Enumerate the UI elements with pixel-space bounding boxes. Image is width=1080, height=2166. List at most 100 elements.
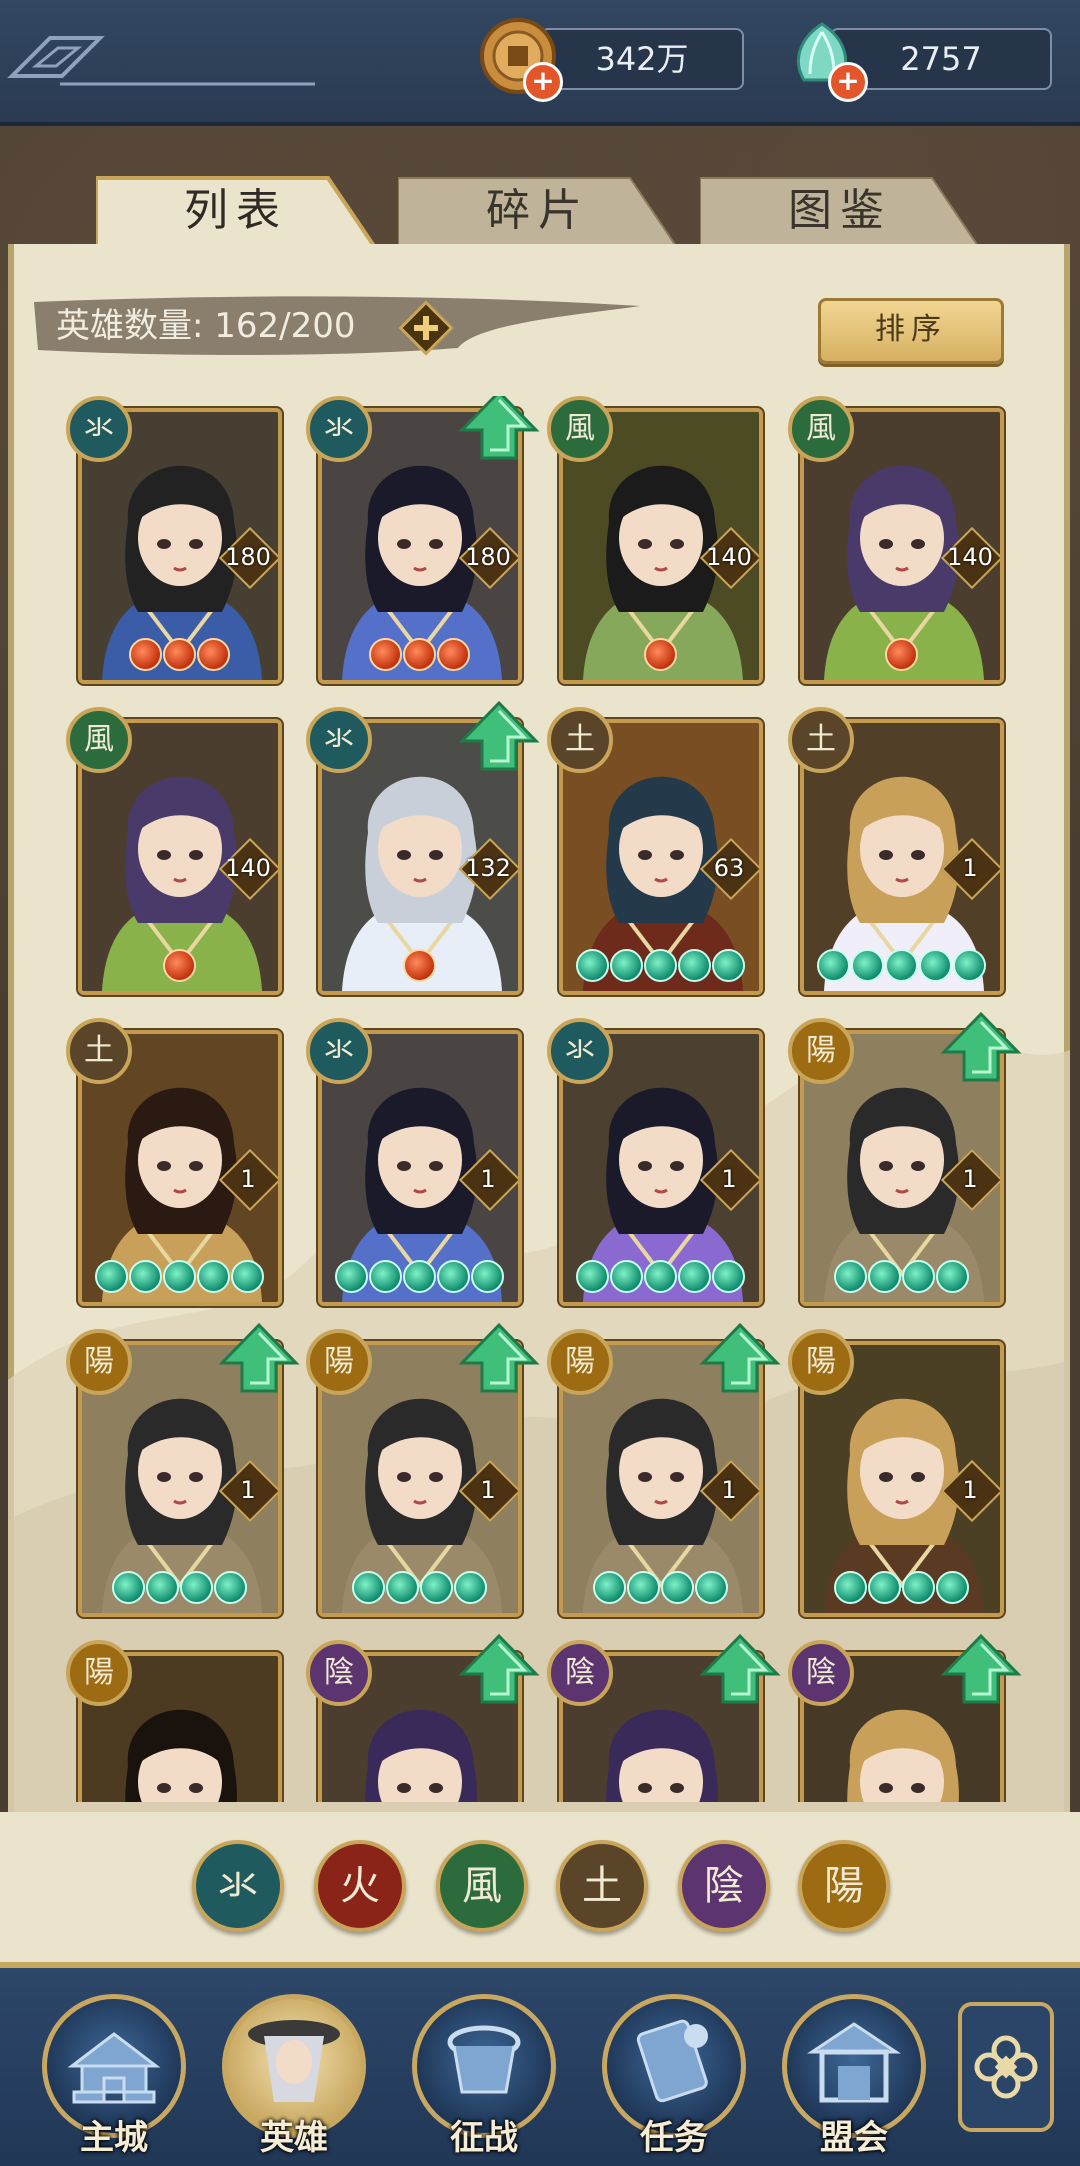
star-orb-icon — [129, 1260, 162, 1293]
star-orb-icon — [129, 638, 162, 671]
star-orb-icon — [817, 949, 850, 982]
element-water-badge: 氺 — [66, 396, 132, 462]
filter-earth-button[interactable]: 土 — [556, 1840, 648, 1932]
star-orb-icon — [695, 1571, 728, 1604]
star-orb-icon — [403, 949, 436, 982]
element-yang-badge: 陽 — [306, 1329, 372, 1395]
expand-slots-button[interactable] — [398, 300, 454, 356]
star-orb-icon — [163, 949, 196, 982]
palace-icon — [67, 2032, 161, 2104]
hero-level: 180 — [465, 543, 511, 571]
element-wind-badge: 風 — [788, 396, 854, 462]
star-orb-icon — [146, 1571, 179, 1604]
star-orb-icon — [678, 949, 711, 982]
add-coins-button[interactable]: + — [523, 62, 563, 102]
hero-stars — [576, 949, 745, 982]
element-earth-badge: 土 — [66, 1018, 132, 1084]
hero-stars — [163, 949, 196, 982]
element-yang-badge: 陽 — [788, 1329, 854, 1395]
nav-hero-portrait-button[interactable]: 英雄 — [222, 1994, 366, 2158]
menu-glyph-icon[interactable] — [0, 26, 320, 86]
sort-button[interactable]: 排序 — [818, 298, 1004, 364]
element-yang-badge: 陽 — [547, 1329, 613, 1395]
upgrade-arrow-icon — [699, 1633, 781, 1704]
add-gems-button[interactable]: + — [828, 62, 868, 102]
tab-fragments-label: 碎片 — [486, 185, 590, 236]
filter-yang-button[interactable]: 陽 — [798, 1840, 890, 1932]
hero-level: 180 — [225, 543, 271, 571]
coins-value: 342万 — [595, 40, 689, 78]
tab-handbook-label: 图鉴 — [788, 185, 892, 236]
element-yin-badge: 陰 — [547, 1640, 613, 1706]
hero-stars — [403, 949, 436, 982]
star-orb-icon — [454, 1571, 487, 1604]
element-water-badge: 氺 — [547, 1018, 613, 1084]
element-yang-badge: 陽 — [66, 1329, 132, 1395]
tab-handbook[interactable]: 图鉴 — [700, 172, 980, 246]
star-orb-icon — [953, 949, 986, 982]
star-orb-icon — [661, 1571, 694, 1604]
star-orb-icon — [834, 1571, 867, 1604]
star-orb-icon — [576, 949, 609, 982]
hero-stars — [369, 638, 470, 671]
star-orb-icon — [197, 1260, 230, 1293]
nav-label: 任务 — [640, 2118, 708, 2158]
filter-yin-button[interactable]: 陰 — [678, 1840, 770, 1932]
hero-level: 1 — [480, 1165, 496, 1193]
hero-stars — [576, 1260, 745, 1293]
upgrade-arrow-icon — [458, 1322, 540, 1393]
hero-level: 1 — [962, 1476, 978, 1504]
hero-stars — [644, 638, 677, 671]
filter-water-button[interactable]: 氺 — [192, 1840, 284, 1932]
hero-stars — [335, 1260, 504, 1293]
star-orb-icon — [403, 638, 436, 671]
hero-stars — [885, 638, 918, 671]
star-orb-icon — [644, 638, 677, 671]
hero-stars — [817, 949, 986, 982]
star-orb-icon — [420, 1571, 453, 1604]
hero-grid: 180 氺 180 氺 140 風 140 風 140 風 132 氺 63 土… — [0, 396, 1080, 1802]
hero-level: 140 — [706, 543, 752, 571]
star-orb-icon — [197, 638, 230, 671]
star-orb-icon — [678, 1260, 711, 1293]
star-orb-icon — [163, 1260, 196, 1293]
scroll-quest-icon — [636, 2019, 708, 2103]
nav-label: 主城 — [80, 2118, 148, 2158]
star-orb-icon — [868, 1260, 901, 1293]
hero-level: 140 — [947, 543, 993, 571]
hero-level: 1 — [240, 1165, 256, 1193]
tab-list-label: 列表 — [184, 185, 288, 236]
element-yin-badge: 陰 — [306, 1640, 372, 1706]
star-orb-icon — [180, 1571, 213, 1604]
nav-battle-drum-button[interactable]: 征战 — [412, 1994, 556, 2158]
hero-stars — [593, 1571, 728, 1604]
hero-level: 132 — [465, 854, 511, 882]
star-orb-icon — [936, 1260, 969, 1293]
nav-scroll-quest-button[interactable]: 任务 — [602, 1994, 746, 2158]
filter-fire-button[interactable]: 火 — [314, 1840, 406, 1932]
hero-level: 140 — [225, 854, 271, 882]
upgrade-arrow-icon — [699, 1322, 781, 1393]
element-water-badge: 氺 — [306, 707, 372, 773]
star-orb-icon — [627, 1571, 660, 1604]
element-earth-badge: 土 — [547, 707, 613, 773]
tab-fragments[interactable]: 碎片 — [398, 172, 678, 246]
hero-stars — [352, 1571, 487, 1604]
hero-level: 1 — [240, 1476, 256, 1504]
nav-palace-button[interactable]: 主城 — [42, 1994, 186, 2158]
star-orb-icon — [936, 1571, 969, 1604]
star-orb-icon — [644, 1260, 677, 1293]
nav-pavilion-button[interactable]: 盟会 — [782, 1994, 926, 2158]
element-yang-badge: 陽 — [788, 1018, 854, 1084]
element-filter-row — [0, 1812, 1080, 1962]
tab-list[interactable]: 列表 — [96, 172, 376, 246]
upgrade-arrow-icon — [458, 700, 540, 771]
star-orb-icon — [885, 638, 918, 671]
filter-wind-button[interactable]: 風 — [436, 1840, 528, 1932]
more-menu-button[interactable] — [958, 2002, 1054, 2132]
star-orb-icon — [902, 1571, 935, 1604]
star-orb-icon — [885, 949, 918, 982]
top-bar: 342万 + 2757 + — [0, 0, 1080, 126]
upgrade-arrow-icon — [218, 1322, 300, 1393]
hero-level: 1 — [962, 1165, 978, 1193]
